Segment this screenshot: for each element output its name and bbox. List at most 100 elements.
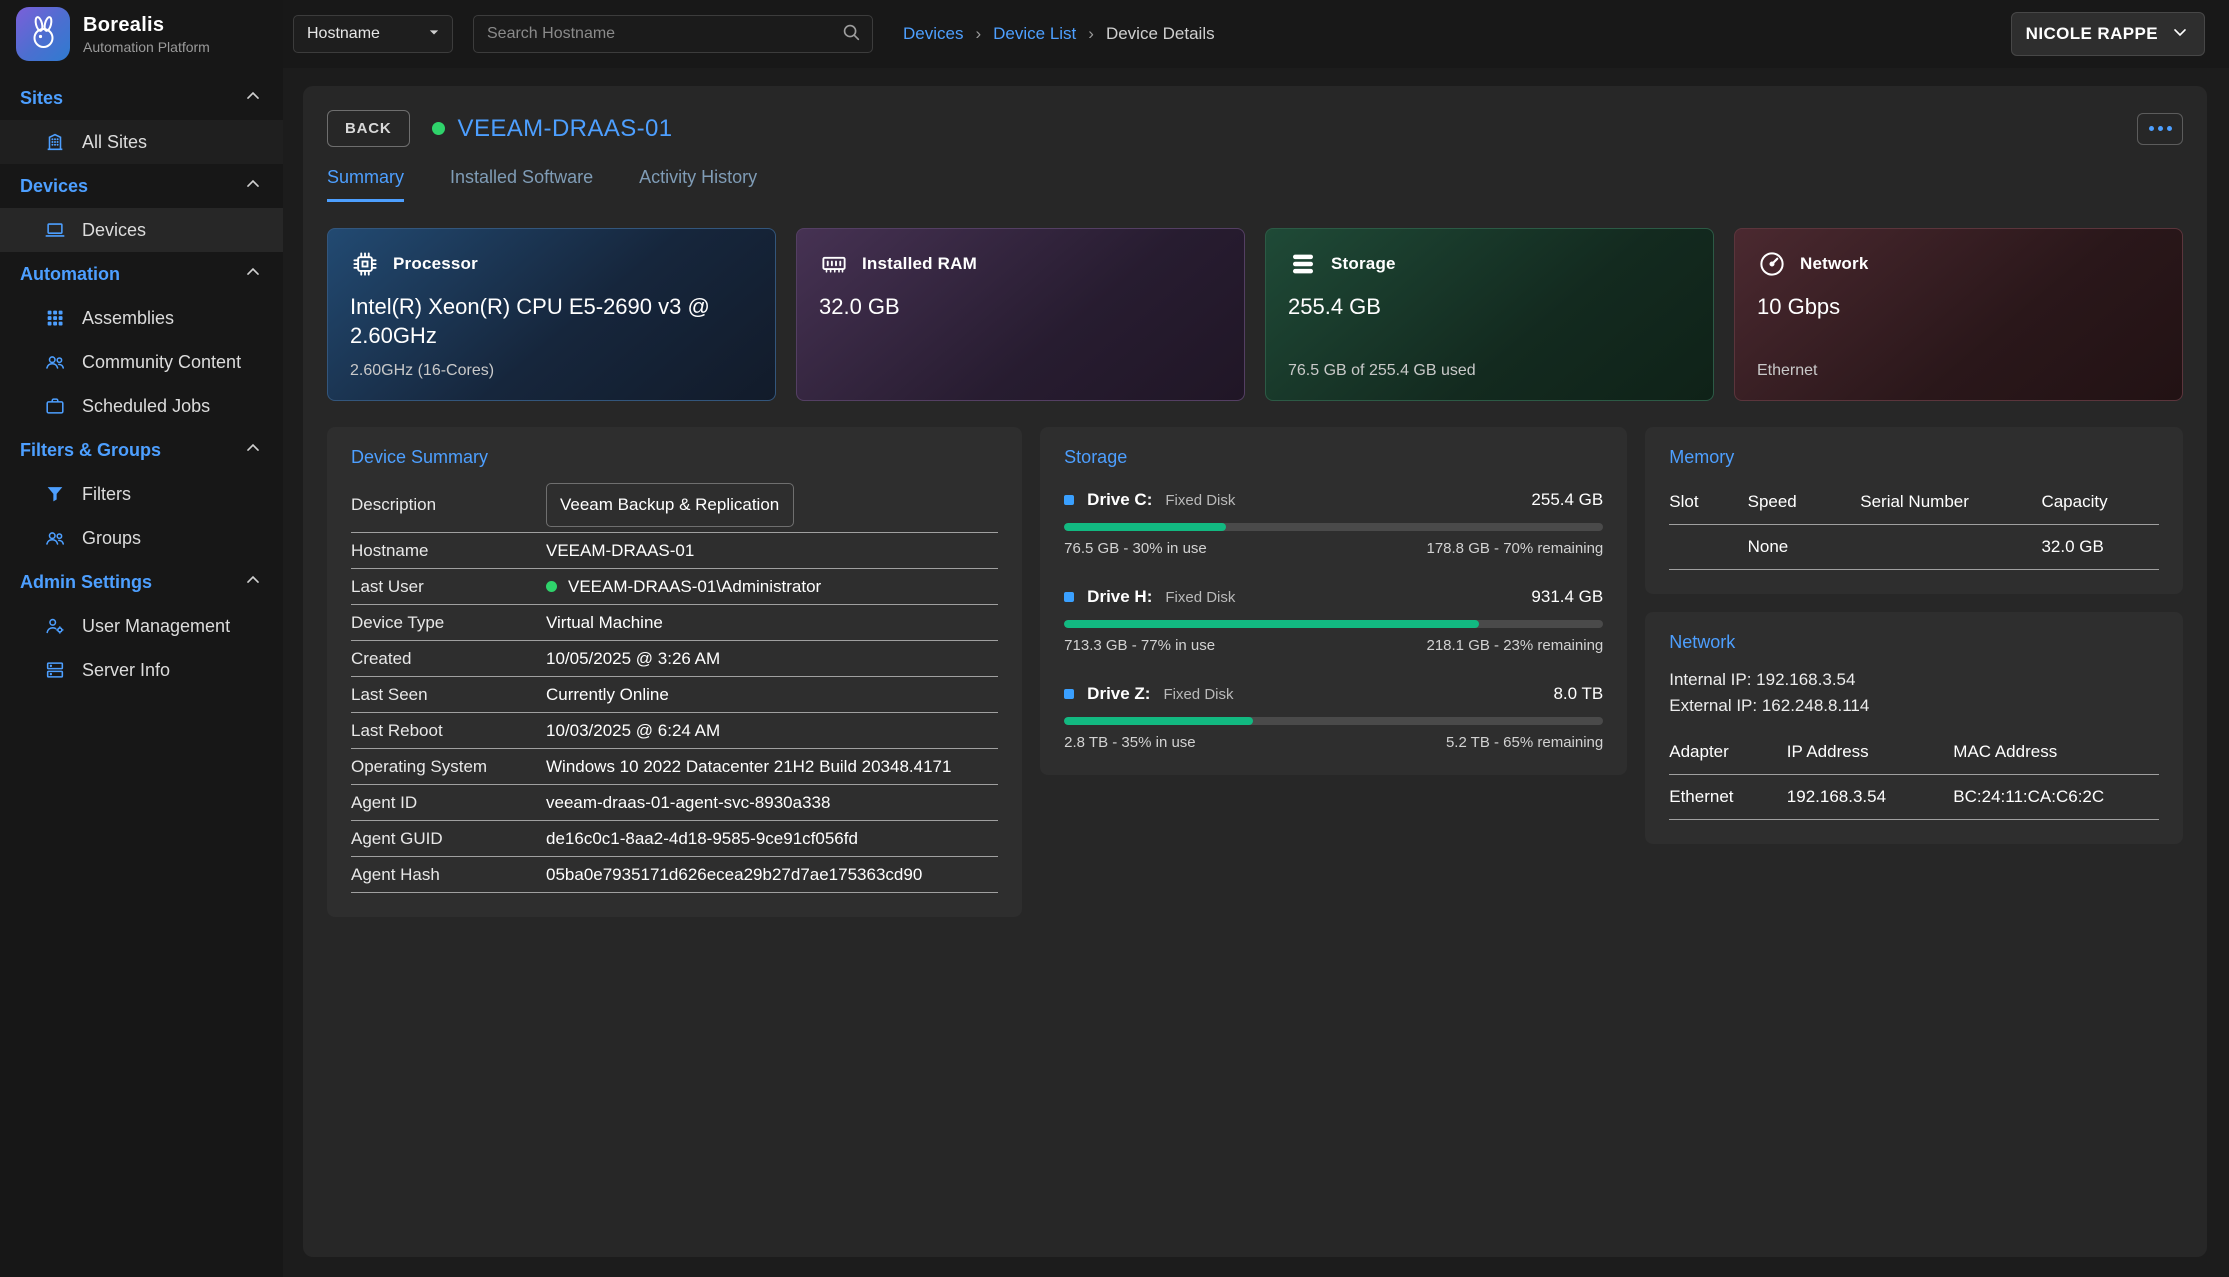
summary-row-last-user: Last User VEEAM-DRAAS-01\Administrator <box>351 569 998 605</box>
drive-list: Drive C: Fixed Disk 255.4 GB 76.5 GB - 3… <box>1064 490 1603 751</box>
summary-row-last-reboot: Last Reboot 10/03/2025 @ 6:24 AM <box>351 713 998 749</box>
user-menu-button[interactable]: NICOLE RAPPE <box>2011 12 2205 56</box>
nav-item-label: User Management <box>82 616 230 637</box>
sidebar-item-user-management[interactable]: User Management <box>0 604 283 648</box>
sidebar-item-filters[interactable]: Filters <box>0 472 283 516</box>
search-icon[interactable] <box>840 21 862 48</box>
people-icon <box>44 527 66 549</box>
network-col-mac: MAC Address <box>1953 730 2159 775</box>
sidebar-item-community-content[interactable]: Community Content <box>0 340 283 384</box>
sidebar: Borealis Automation Platform Sites All S… <box>0 0 283 1277</box>
network-panel-title: Network <box>1669 632 2159 653</box>
sidebar-section-automation[interactable]: Automation <box>0 252 283 296</box>
sidebar-section-admin-settings[interactable]: Admin Settings <box>0 560 283 604</box>
drive-c: Drive C: Fixed Disk 255.4 GB 76.5 GB - 3… <box>1064 490 1603 557</box>
sidebar-section-sites[interactable]: Sites <box>0 76 283 120</box>
chevron-up-icon <box>243 86 263 111</box>
tab-activity-history[interactable]: Activity History <box>639 167 757 202</box>
sidebar-item-assemblies[interactable]: Assemblies <box>0 296 283 340</box>
sidebar-item-groups[interactable]: Groups <box>0 516 283 560</box>
stat-card-value: Intel(R) Xeon(R) CPU E5-2690 v3 @ 2.60GH… <box>350 293 753 350</box>
breadcrumb-separator: › <box>975 24 981 44</box>
chevron-up-icon <box>243 262 263 287</box>
search-input[interactable] <box>487 25 840 43</box>
device-details-panel: BACK VEEAM-DRAAS-01 Summary Installed So… <box>303 86 2207 1257</box>
user-name: NICOLE RAPPE <box>2026 24 2158 44</box>
nav-item-label: Devices <box>82 220 146 241</box>
search-box <box>473 15 873 53</box>
summary-row-created: Created 10/05/2025 @ 3:26 AM <box>351 641 998 677</box>
drive-usage-bar <box>1064 717 1603 725</box>
summary-row-device-type: Device Type Virtual Machine <box>351 605 998 641</box>
description-input[interactable] <box>546 483 794 527</box>
brand-text: Borealis Automation Platform <box>83 14 210 55</box>
detail-columns: Device Summary Description Hostname VEEA… <box>327 427 2183 917</box>
stat-card-value: 255.4 GB <box>1288 293 1691 322</box>
stat-card-storage: Storage 255.4 GB 76.5 GB of 255.4 GB use… <box>1265 228 1714 401</box>
main-content: BACK VEEAM-DRAAS-01 Summary Installed So… <box>283 68 2229 1277</box>
drive-remaining-text: 5.2 TB - 65% remaining <box>1446 734 1603 751</box>
section-label-devices: Devices <box>20 176 88 197</box>
drive-bullet-icon <box>1064 689 1074 699</box>
network-ips: Internal IP: 192.168.3.54 External IP: 1… <box>1669 667 2159 718</box>
sidebar-nav: Sites All Sites Devices Devices Au <box>0 68 283 692</box>
drive-used-text: 76.5 GB - 30% in use <box>1064 540 1207 557</box>
external-ip: External IP: 162.248.8.114 <box>1669 693 2159 719</box>
stat-card-title: Storage <box>1331 254 1396 274</box>
search-field-dropdown[interactable]: Hostname <box>293 15 453 53</box>
nav-item-label: Community Content <box>82 352 241 373</box>
network-panel: Network Internal IP: 192.168.3.54 Extern… <box>1645 612 2183 844</box>
sidebar-item-server-info[interactable]: Server Info <box>0 648 283 692</box>
people-icon <box>44 351 66 373</box>
stat-card-value: 10 Gbps <box>1757 293 2160 322</box>
network-col-ip: IP Address <box>1787 730 1954 775</box>
memory-table: Slot Speed Serial Number Capacity <box>1669 480 2159 570</box>
app-root: Borealis Automation Platform Sites All S… <box>0 0 2229 1277</box>
section-label-admin-settings: Admin Settings <box>20 572 152 593</box>
stat-card-footer: 76.5 GB of 255.4 GB used <box>1288 362 1691 380</box>
nav-item-label: Scheduled Jobs <box>82 396 210 417</box>
storage-panel: Storage Drive C: Fixed Disk 255.4 GB <box>1040 427 1627 775</box>
chevron-up-icon <box>243 174 263 199</box>
summary-row-agent-id: Agent ID veeam-draas-01-agent-svc-8930a3… <box>351 785 998 821</box>
sidebar-item-all-sites[interactable]: All Sites <box>0 120 283 164</box>
sidebar-item-scheduled-jobs[interactable]: Scheduled Jobs <box>0 384 283 428</box>
memory-panel: Memory Slot Speed Serial Number Capacity <box>1645 427 2183 594</box>
network-row: Ethernet 192.168.3.54 BC:24:11:CA:C6:2C <box>1669 775 2159 820</box>
chevron-up-icon <box>243 570 263 595</box>
breadcrumb-devices[interactable]: Devices <box>903 24 963 44</box>
tab-bar: Summary Installed Software Activity Hist… <box>327 167 2183 202</box>
drive-used-text: 713.3 GB - 77% in use <box>1064 637 1215 654</box>
drive-remaining-text: 178.8 GB - 70% remaining <box>1426 540 1603 557</box>
brand[interactable]: Borealis Automation Platform <box>0 0 283 68</box>
tab-installed-software[interactable]: Installed Software <box>450 167 593 202</box>
more-actions-button[interactable] <box>2137 113 2183 145</box>
breadcrumb: Devices › Device List › Device Details <box>903 24 1215 44</box>
stat-card-title: Processor <box>393 254 478 274</box>
nav-item-label: All Sites <box>82 132 147 153</box>
storage-panel-title: Storage <box>1064 447 1603 468</box>
user-gear-icon <box>44 615 66 637</box>
drive-h: Drive H: Fixed Disk 931.4 GB 713.3 GB - … <box>1064 587 1603 654</box>
sidebar-section-filters-groups[interactable]: Filters & Groups <box>0 428 283 472</box>
summary-row-hostname: Hostname VEEAM-DRAAS-01 <box>351 533 998 569</box>
caret-down-icon <box>424 22 444 47</box>
tab-summary[interactable]: Summary <box>327 167 404 202</box>
summary-row-agent-guid: Agent GUID de16c0c1-8aa2-4d18-9585-9ce91… <box>351 821 998 857</box>
borealis-logo-icon <box>16 7 70 61</box>
back-button[interactable]: BACK <box>327 110 410 147</box>
page-header: BACK VEEAM-DRAAS-01 <box>327 110 2183 147</box>
nav-item-label: Assemblies <box>82 308 174 329</box>
server-icon <box>44 659 66 681</box>
stat-cards: Processor Intel(R) Xeon(R) CPU E5-2690 v… <box>327 228 2183 401</box>
breadcrumb-device-list[interactable]: Device List <box>993 24 1076 44</box>
sidebar-section-devices[interactable]: Devices <box>0 164 283 208</box>
section-label-automation: Automation <box>20 264 120 285</box>
topbar: Hostname Devices › Device List › Device … <box>283 0 2229 68</box>
summary-row-agent-hash: Agent Hash 05ba0e7935171d626ecea29b27d7a… <box>351 857 998 893</box>
sidebar-item-devices[interactable]: Devices <box>0 208 283 252</box>
memory-col-slot: Slot <box>1669 480 1747 525</box>
internal-ip: Internal IP: 192.168.3.54 <box>1669 667 2159 693</box>
drive-used-text: 2.8 TB - 35% in use <box>1064 734 1195 751</box>
memory-col-serial: Serial Number <box>1860 480 2041 525</box>
